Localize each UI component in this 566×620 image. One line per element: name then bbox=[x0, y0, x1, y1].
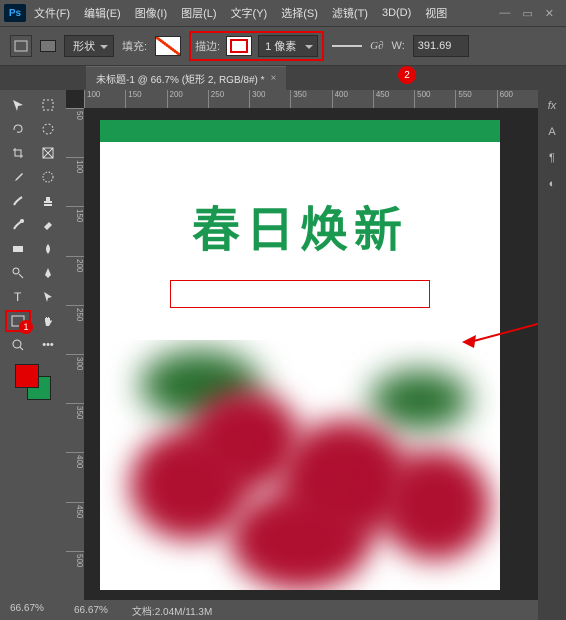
w-label: W: bbox=[392, 40, 405, 52]
zoom-level[interactable]: 66.67% bbox=[74, 605, 108, 616]
menu-layer[interactable]: 图层(L) bbox=[175, 1, 222, 25]
fill-label: 填充: bbox=[122, 38, 147, 54]
document-canvas[interactable]: 春日焕新 bbox=[100, 120, 500, 590]
width-value: 391.69 bbox=[418, 40, 452, 52]
menu-3d[interactable]: 3D(D) bbox=[376, 3, 417, 23]
minimize-icon[interactable]: — bbox=[499, 7, 510, 20]
brush-tool[interactable] bbox=[5, 190, 31, 212]
paragraph-panel-icon[interactable]: ¶ bbox=[549, 152, 555, 164]
eraser-tool[interactable] bbox=[35, 214, 61, 236]
options-bar: 形状 填充: 描边: 1 像素 G∂ W: 391.69 bbox=[0, 26, 566, 66]
adjust-panel-icon[interactable]: ◐ bbox=[549, 178, 556, 190]
doc-size: 文档:2.04M/11.3M bbox=[132, 603, 212, 618]
character-panel-icon[interactable]: A bbox=[548, 126, 555, 138]
close-icon[interactable]: ✕ bbox=[545, 7, 554, 20]
blur-tool[interactable] bbox=[35, 238, 61, 260]
tab-close-icon[interactable]: × bbox=[271, 73, 277, 84]
crop-tool[interactable] bbox=[5, 142, 31, 164]
stamp-tool[interactable] bbox=[35, 190, 61, 212]
stroke-size-field[interactable]: 1 像素 bbox=[258, 35, 318, 57]
toolbox: T 1 ••• bbox=[0, 90, 66, 620]
menu-bar: Ps 文件(F) 编辑(E) 图像(I) 图层(L) 文字(Y) 选择(S) 滤… bbox=[0, 0, 566, 26]
ruler-vertical: 50100150200250300350400450500 bbox=[66, 108, 84, 600]
callout-badge-1: 1 bbox=[19, 320, 33, 334]
drawn-rectangle[interactable] bbox=[170, 280, 430, 308]
callout-badge-2: 2 bbox=[398, 66, 416, 84]
zoom-readout: 66.67% bbox=[6, 599, 48, 618]
stroke-group-highlight: 描边: 1 像素 bbox=[189, 31, 324, 61]
status-bar: 66.67% 文档:2.04M/11.3M bbox=[66, 600, 538, 620]
hand-tool[interactable] bbox=[35, 310, 61, 332]
lasso-tool[interactable] bbox=[5, 118, 31, 140]
stroke-style-line[interactable] bbox=[332, 45, 362, 47]
green-header-band bbox=[100, 120, 500, 142]
fill-swatch[interactable] bbox=[155, 36, 181, 56]
app-icon: Ps bbox=[4, 4, 26, 22]
menu-edit[interactable]: 编辑(E) bbox=[78, 1, 127, 25]
more-tools[interactable]: ••• bbox=[35, 334, 61, 356]
dodge-tool[interactable] bbox=[5, 262, 31, 284]
menu-select[interactable]: 选择(S) bbox=[275, 1, 324, 25]
pen-tool[interactable] bbox=[35, 262, 61, 284]
history-brush-tool[interactable] bbox=[5, 214, 31, 236]
path-select-tool[interactable] bbox=[35, 286, 61, 308]
canvas-image-roses bbox=[100, 340, 500, 590]
foreground-color[interactable] bbox=[15, 364, 39, 388]
fx-panel-icon[interactable]: fx bbox=[548, 100, 557, 112]
move-tool[interactable] bbox=[5, 94, 31, 116]
eyedropper-tool[interactable] bbox=[5, 166, 31, 188]
rectangle-icon bbox=[14, 40, 28, 52]
svg-text:T: T bbox=[14, 290, 22, 304]
main-area: T 1 ••• 10015020025030035040045050055060… bbox=[0, 90, 566, 620]
quick-select-tool[interactable] bbox=[35, 118, 61, 140]
zoom-tool[interactable] bbox=[5, 334, 31, 356]
chain-icon[interactable]: G∂ bbox=[370, 40, 383, 52]
menu-image[interactable]: 图像(I) bbox=[129, 1, 173, 25]
maximize-icon[interactable]: ▭ bbox=[522, 7, 532, 20]
healing-tool[interactable] bbox=[35, 166, 61, 188]
width-field[interactable]: 391.69 bbox=[413, 35, 469, 57]
menu-view[interactable]: 视图 bbox=[419, 1, 453, 25]
stroke-swatch[interactable] bbox=[226, 36, 252, 56]
canvas-title-text: 春日焕新 bbox=[100, 190, 500, 260]
rectangle-tool[interactable]: 1 bbox=[5, 310, 31, 332]
tab-title: 未标题-1 @ 66.7% (矩形 2, RGB/8#) * bbox=[96, 71, 265, 86]
menu-file[interactable]: 文件(F) bbox=[28, 1, 76, 25]
gradient-tool[interactable] bbox=[5, 238, 31, 260]
document-tab[interactable]: 未标题-1 @ 66.7% (矩形 2, RGB/8#) * × bbox=[86, 66, 286, 90]
document-tab-bar: 未标题-1 @ 66.7% (矩形 2, RGB/8#) * × bbox=[0, 66, 566, 90]
marquee-tool[interactable] bbox=[35, 94, 61, 116]
shape-mode-select[interactable]: 形状 bbox=[64, 35, 114, 57]
shape-mode-label: 形状 bbox=[73, 38, 95, 54]
ruler-horizontal: 100150200250300350400450500550600 bbox=[84, 90, 538, 108]
tool-preset-swatch[interactable] bbox=[40, 40, 56, 52]
window-controls: — ▭ ✕ bbox=[491, 7, 562, 20]
active-tool-indicator[interactable] bbox=[10, 35, 32, 57]
menu-filter[interactable]: 滤镜(T) bbox=[326, 1, 374, 25]
frame-tool[interactable] bbox=[35, 142, 61, 164]
canvas-area: 100150200250300350400450500550600 501001… bbox=[66, 90, 538, 620]
menu-type[interactable]: 文字(Y) bbox=[225, 1, 274, 25]
stroke-size-value: 1 像素 bbox=[265, 38, 296, 54]
type-tool[interactable]: T bbox=[5, 286, 31, 308]
stroke-label: 描边: bbox=[195, 38, 220, 54]
right-panel: fx A ¶ ◐ bbox=[538, 90, 566, 620]
color-picker[interactable] bbox=[15, 364, 51, 400]
